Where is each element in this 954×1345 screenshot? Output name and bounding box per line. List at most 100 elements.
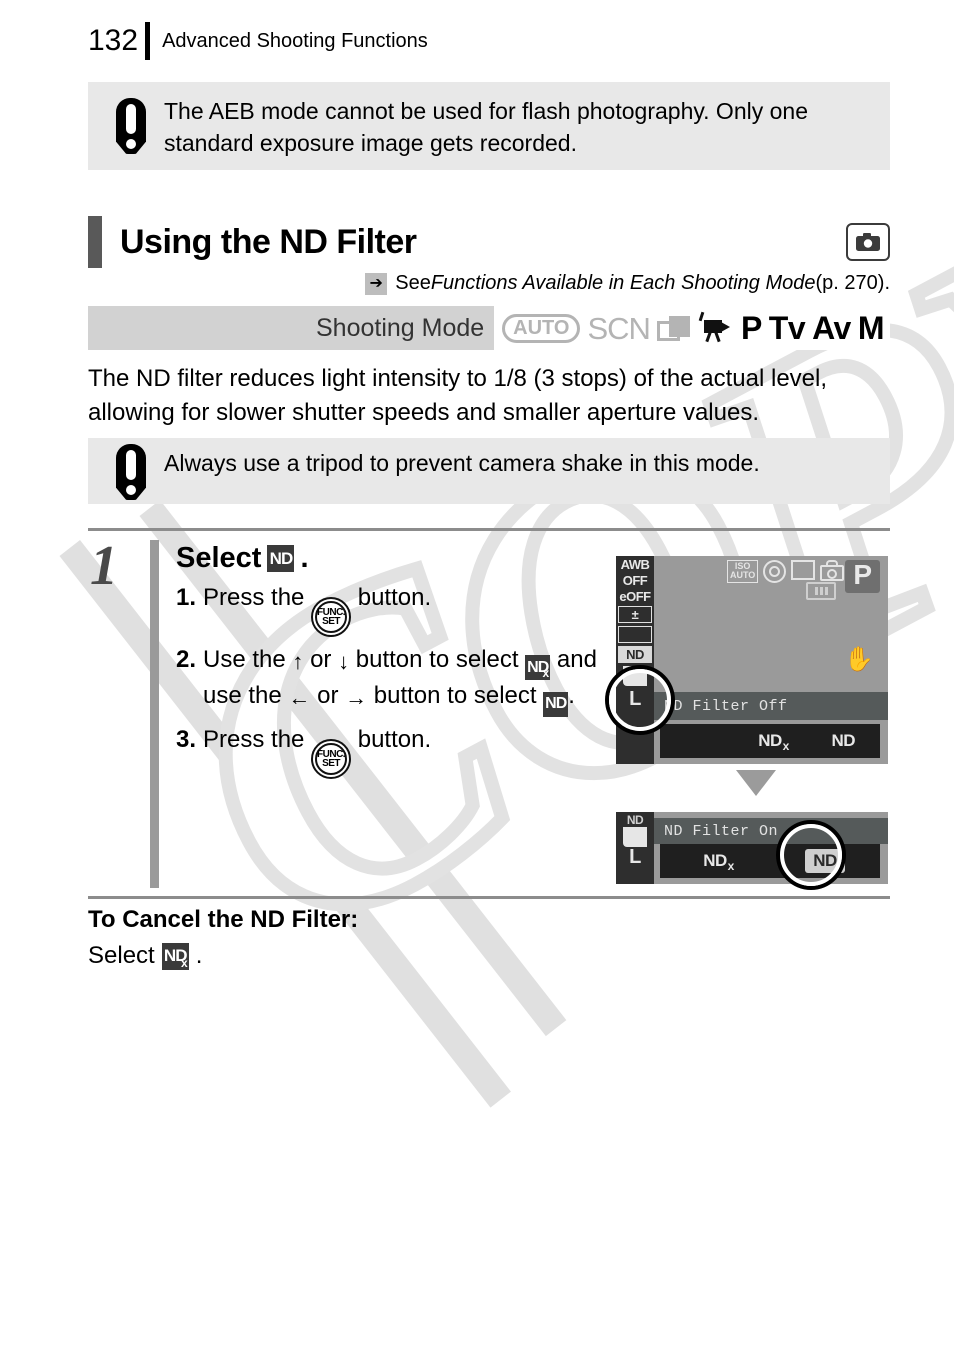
arrow-left-icon: ← xyxy=(288,685,311,711)
nd-on-badge-icon: ND xyxy=(543,691,569,717)
substep-text-part: button. xyxy=(351,725,432,753)
nd-off-cross: x xyxy=(542,666,550,681)
func-label-line2: SET xyxy=(322,757,341,769)
substep-text: Use the ↑ or ↓ button to select ND x and … xyxy=(203,644,606,717)
cancel-heading: To Cancel the ND Filter: xyxy=(88,906,359,933)
heading-accent-bar xyxy=(88,216,102,268)
see-ref-title: Functions Available in Each Shooting Mod… xyxy=(430,272,816,294)
substep-text-part: button. xyxy=(351,584,432,611)
cancel-section: To Cancel the ND Filter: Select ND x . xyxy=(88,906,688,970)
mode-av-icon: Av xyxy=(812,310,851,346)
body-paragraph: The ND filter reduces light intensity to… xyxy=(88,365,828,427)
cancel-period: . xyxy=(195,942,203,969)
arrow-right-icon: ➔ xyxy=(365,272,388,295)
option-nd-on-selected[interactable]: ND xyxy=(770,849,880,873)
nd-off-cross: x xyxy=(181,955,188,970)
nd-off-badge-icon: ND x xyxy=(525,655,551,681)
shooting-mode-icon-group: AUTO SCN P Tv Av M xyxy=(494,306,890,350)
arrow-down-icon: ↓ xyxy=(338,649,350,675)
option-nd-on[interactable]: ND xyxy=(807,731,880,751)
exclamation-icon xyxy=(108,444,154,500)
exclamation-icon xyxy=(108,98,154,154)
substep-text: Press the FUNC. SET button. xyxy=(203,582,606,638)
page-title: Using the ND Filter xyxy=(120,222,417,261)
substep-text-part: button to select xyxy=(349,646,526,674)
menu-item-nd-filter-partial: ND xyxy=(626,813,644,827)
nd-on-badge-icon: ND xyxy=(267,545,295,572)
option-nd-off[interactable]: ND x xyxy=(733,731,806,753)
page-number: 132 xyxy=(88,24,139,57)
mode-movie-icon xyxy=(698,311,734,343)
substep-number: 1. xyxy=(176,584,197,611)
substep-number: 3. xyxy=(176,725,197,753)
substep-number: 2. xyxy=(176,646,197,674)
note-text-aeb: The AEB mode cannot be used for flash ph… xyxy=(164,98,808,156)
mode-auto-icon: AUTO xyxy=(502,313,581,343)
step-rule-top xyxy=(88,528,890,531)
lcd-screenshot-nd-off: AWB OFF eOFF ± ND L ISO AUTO P ✋ ND Filt… xyxy=(616,556,888,764)
step-title: Select ND . xyxy=(176,542,606,575)
lcd-status-icons: ISO AUTO P xyxy=(726,560,880,593)
menu-item-drive-mode xyxy=(618,626,652,643)
menu-item-white-balance: AWB xyxy=(620,557,650,572)
option-nd-off-cross: x xyxy=(782,739,790,753)
menu-item-nd-filter: ND xyxy=(618,646,652,663)
substep-2: 2. Use the ↑ or ↓ button to select ND x a… xyxy=(176,644,606,717)
menu-item-flash: OFF xyxy=(622,573,648,588)
substep-text-part: or xyxy=(310,682,346,710)
shooting-mode-bar: Shooting Mode AUTO SCN P Tv Av M xyxy=(88,306,890,350)
mode-p-icon: P xyxy=(740,310,762,346)
step-number: 1 xyxy=(90,535,118,597)
menu-item-exposure-compensation: ± xyxy=(618,606,652,623)
menu-item-image-size: L xyxy=(629,846,641,868)
menu-item-image-quality xyxy=(623,666,647,686)
see-reference: ➔ See Functions Available in Each Shooti… xyxy=(88,272,890,295)
mode-scn-icon: SCN xyxy=(587,310,650,346)
option-nd-off-label: ND xyxy=(758,731,782,750)
note-box-aeb: The AEB mode cannot be used for flash ph… xyxy=(88,82,890,170)
camera-icon xyxy=(846,223,890,261)
arrow-up-icon: ↑ xyxy=(292,649,304,675)
step-body: Select ND . 1. Press the FUNC. SET button… xyxy=(176,536,606,779)
option-nd-off-label: ND xyxy=(703,851,727,870)
page-header: 132 Advanced Shooting Functions xyxy=(88,22,428,60)
func-menu-column-partial: ND L xyxy=(616,812,654,884)
substep-text-part: button to select xyxy=(367,682,544,710)
substep-text-part: or xyxy=(303,646,339,674)
lcd-status-text-nd-on: ND Filter On xyxy=(654,818,888,844)
battery-icon xyxy=(806,582,836,600)
lcd-status-text-nd-off: ND Filter Off xyxy=(654,692,888,720)
substep-text-part: . xyxy=(568,682,575,710)
nd-off-badge-icon: ND x xyxy=(161,942,189,970)
menu-item-image-size: L xyxy=(629,688,641,710)
step-divider xyxy=(150,540,159,888)
mode-tv-icon: Tv xyxy=(768,310,806,346)
nd-option-row: ND x ND xyxy=(660,724,880,758)
func-label-line2: SET xyxy=(322,616,341,628)
af-frame-icon xyxy=(791,560,816,580)
menu-item-my-colors: eOFF xyxy=(619,589,651,604)
header-divider xyxy=(145,22,151,60)
iso-auto-icon: ISO AUTO xyxy=(726,560,759,583)
iso-auto-label: AUTO xyxy=(729,570,756,581)
cancel-instruction: Select ND x . xyxy=(88,942,688,970)
shooting-mode-indicator: P xyxy=(845,560,880,593)
step-rule-bottom xyxy=(88,896,890,899)
mode-m-icon: M xyxy=(857,310,885,346)
substep-3: 3. Press the FUNC. SET button. xyxy=(176,724,606,779)
func-menu-column: AWB OFF eOFF ± ND L xyxy=(616,556,654,764)
substep-text-part: Use the xyxy=(203,646,293,674)
step-title-suffix: . xyxy=(300,542,309,574)
note-box-tripod: Always use a tripod to prevent camera sh… xyxy=(88,438,890,504)
camera-tripod-icon xyxy=(820,560,845,581)
menu-item-image-quality xyxy=(623,827,647,847)
step-title-prefix: Select xyxy=(176,542,262,574)
camera-shake-warning-icon: ✋ xyxy=(844,646,874,673)
option-nd-off[interactable]: ND x xyxy=(660,851,770,873)
cancel-instruction-text: Select xyxy=(88,942,155,969)
section-heading: Using the ND Filter xyxy=(88,216,890,268)
option-nd-on-label: ND xyxy=(805,849,845,873)
option-nd-on-label: ND xyxy=(831,731,856,750)
substep-text-part: Press the xyxy=(203,725,312,753)
see-ref-prefix: See xyxy=(395,272,431,294)
